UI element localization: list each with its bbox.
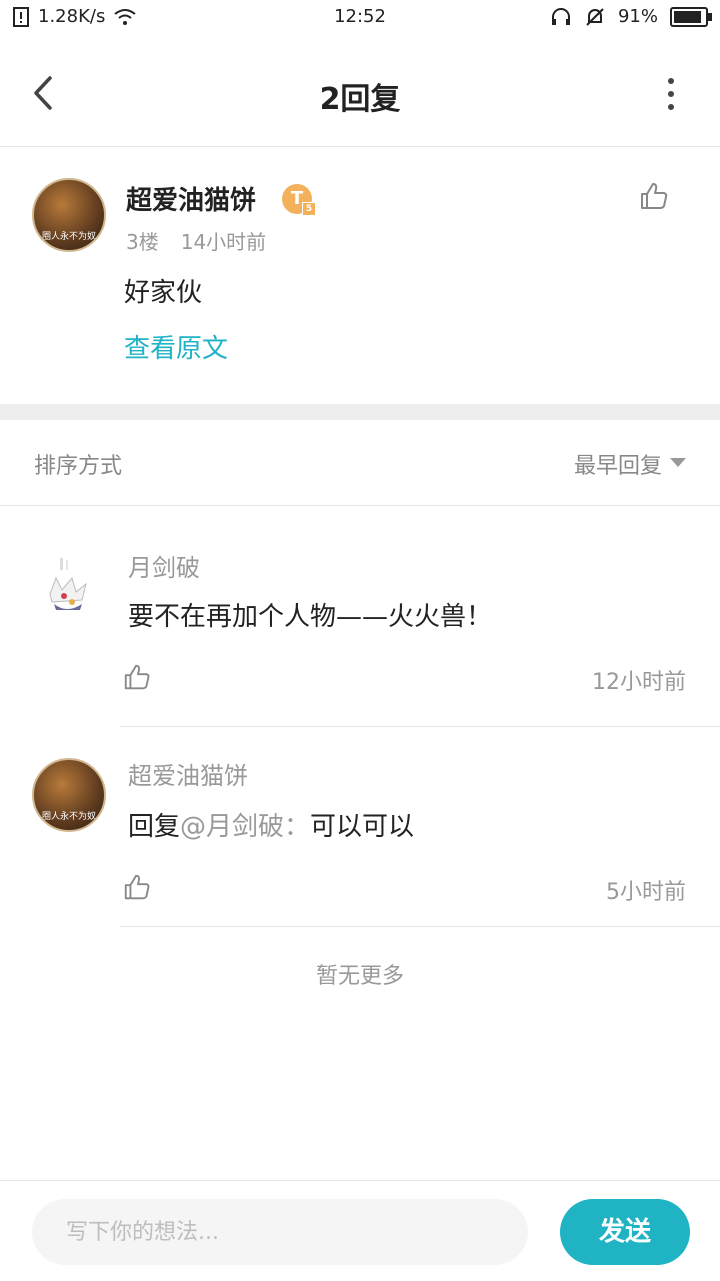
top-bar: 2回复 (0, 40, 720, 147)
avatar[interactable] (42, 556, 92, 616)
battery-icon (670, 6, 712, 27)
thumbs-up-icon[interactable] (122, 662, 152, 692)
dropdown-arrow-icon[interactable] (670, 458, 686, 467)
avatar-caption: 圈人永不为奴 (41, 812, 96, 822)
view-original-link[interactable]: 查看原文 (124, 328, 228, 365)
mute-bell-icon (586, 7, 604, 26)
reply-time: 5小时前 (606, 880, 686, 905)
avatar[interactable]: 圈人永不为奴 (32, 178, 106, 252)
author-name[interactable]: 超爱油猫饼 (126, 180, 256, 217)
reply-content: 回复@月剑破：可以可以 (128, 806, 414, 843)
battery-level (674, 10, 701, 23)
divider (120, 926, 720, 927)
floor-number: 3楼 (126, 230, 159, 254)
comment-composer: 发送 (0, 1180, 720, 1281)
avatar-caption: 圈人永不为奴 (41, 232, 96, 242)
reply-author[interactable]: 超爱油猫饼 (128, 756, 248, 791)
mention-link[interactable]: @月剑破 (180, 812, 284, 842)
level-badge: T 5 (282, 184, 316, 216)
headphones-icon (551, 7, 570, 25)
battery-percent: 91% (617, 6, 658, 27)
sort-dropdown[interactable]: 最早回复 (574, 448, 662, 480)
badge-level: 5 (302, 202, 316, 216)
sort-bar: 排序方式 最早回复 (0, 420, 720, 506)
reply-content: 要不在再加个人物——火火兽！ (128, 602, 493, 632)
post-content: 好家伙 (124, 278, 203, 308)
reply-time: 12小时前 (592, 670, 686, 695)
reply-prefix: 回复 (128, 812, 181, 842)
reply-text: 可以可以 (310, 812, 415, 842)
post-time: 14小时前 (180, 230, 267, 254)
reply-author[interactable]: 月剑破 (128, 548, 200, 583)
post-meta: 3楼 14小时前 (126, 226, 266, 255)
mention-separator: ： (284, 812, 311, 842)
thumbs-up-icon[interactable] (122, 872, 152, 902)
section-divider (0, 404, 720, 420)
comment-input[interactable] (32, 1199, 528, 1265)
reply-item: 月剑破 要不在再加个人物——火火兽！ 12小时前 (0, 516, 720, 728)
more-icon[interactable] (666, 78, 676, 110)
no-more-text: 暂无更多 (315, 964, 404, 989)
thumbs-up-icon[interactable] (638, 180, 670, 212)
reply-item: 圈人永不为奴 超爱油猫饼 回复@月剑破：可以可以 5小时前 (0, 728, 720, 940)
divider (120, 726, 720, 727)
sort-label: 排序方式 (34, 454, 123, 479)
avatar[interactable]: 圈人永不为奴 (32, 758, 106, 832)
send-button[interactable]: 发送 (560, 1199, 690, 1265)
page-title: 2回复 (319, 82, 401, 117)
status-bar: 1.28K/s 12:52 91% (0, 0, 720, 36)
